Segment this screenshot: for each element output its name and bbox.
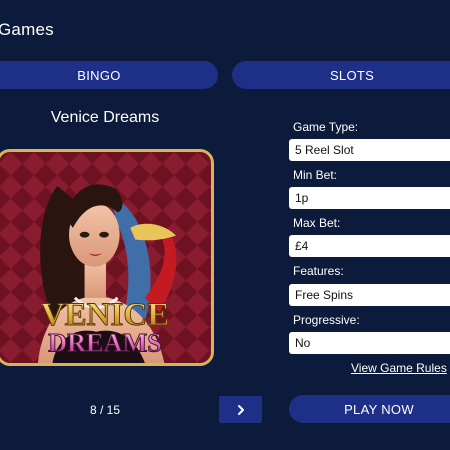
game-artwork[interactable]: VENICE DREAMS [0,149,214,366]
min-bet-value: 1p [289,187,450,209]
tab-bingo[interactable]: BINGO [0,61,218,89]
view-game-rules-link[interactable]: View Game Rules [351,361,447,375]
play-now-button[interactable]: PLAY NOW [289,395,450,423]
game-type-value: 5 Reel Slot [289,139,450,161]
max-bet-value: £4 [289,235,450,257]
games-page: Games BINGO SLOTS Venice Dreams VENICE D… [0,0,450,450]
game-type-label: Game Type: [293,120,359,134]
features-value: Free Spins [289,284,450,306]
game-name: Venice Dreams [50,109,160,126]
game-artwork-image: VENICE DREAMS [0,152,211,363]
tab-slots[interactable]: SLOTS [232,61,450,89]
max-bet-label: Max Bet: [293,216,341,230]
pager-text: 8 / 15 [89,403,121,417]
chevron-right-icon [237,404,244,415]
min-bet-label: Min Bet: [293,168,338,182]
progressive-label: Progressive: [293,313,360,327]
progressive-value: No [289,332,450,354]
logo-line-2: DREAMS [48,328,162,357]
features-label: Features: [293,264,344,278]
next-button[interactable] [219,396,262,423]
page-title: Games [0,20,54,39]
